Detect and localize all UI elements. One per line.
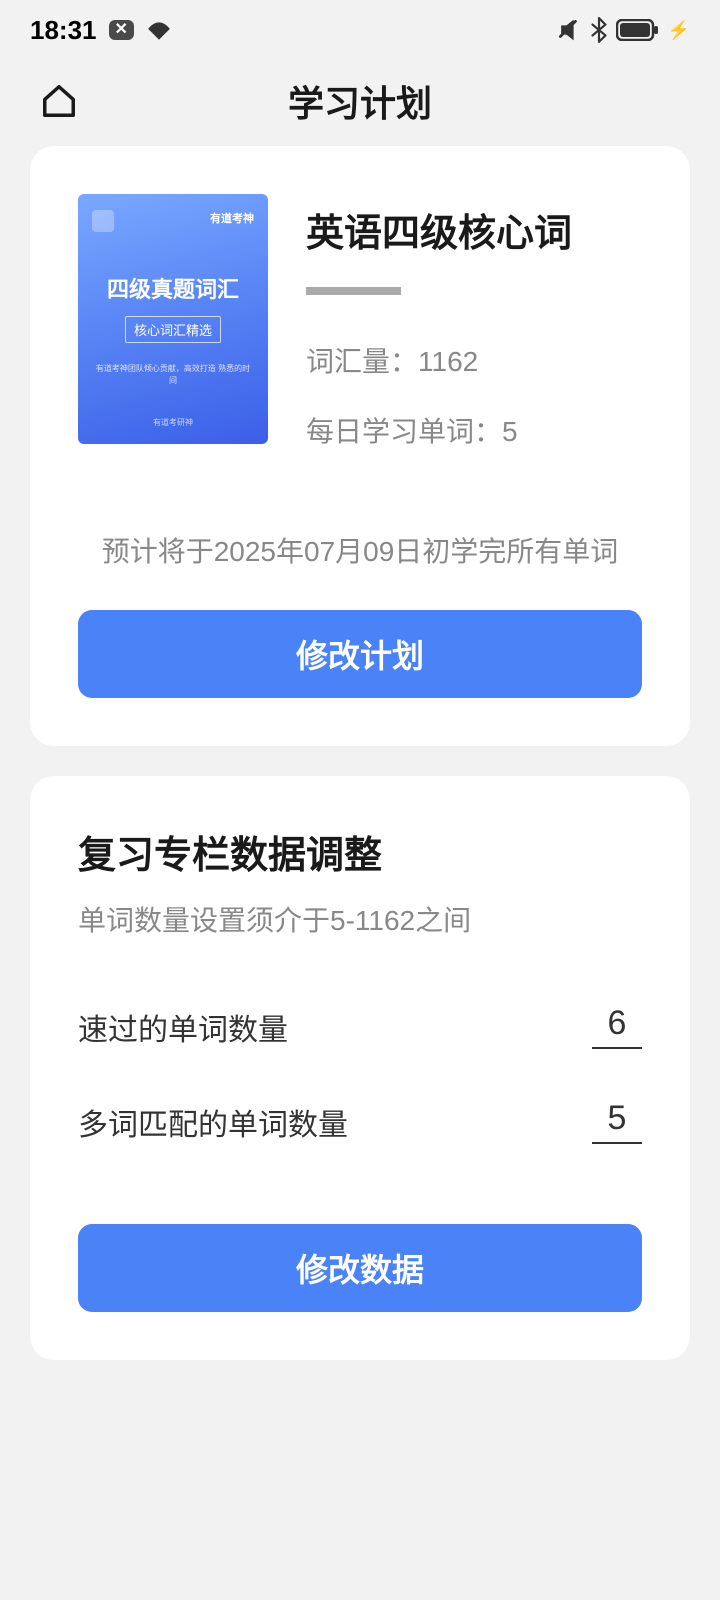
match-words-label: 多词匹配的单词数量: [78, 1100, 348, 1144]
status-right: ⚡: [556, 17, 690, 43]
vocab-line: 词汇量：1162: [306, 340, 642, 380]
fast-words-input[interactable]: [592, 1004, 642, 1049]
battery-icon: [616, 19, 660, 41]
mute-icon: [556, 17, 582, 43]
review-card: 复习专栏数据调整 单词数量设置须介于5-1162之间 速过的单词数量 多词匹配的…: [30, 776, 690, 1360]
vocab-value: 1162: [418, 346, 478, 377]
wifi-icon: [146, 20, 172, 40]
fast-words-row: 速过的单词数量: [78, 1004, 642, 1049]
page-title: 学习计划: [288, 75, 432, 127]
book-cover-footer: 有道考研神: [92, 417, 254, 428]
match-words-input[interactable]: [592, 1099, 642, 1144]
match-words-row: 多词匹配的单词数量: [78, 1099, 642, 1144]
daily-value: 5: [502, 416, 518, 447]
vocab-label: 词汇量：: [306, 346, 418, 377]
book-cover-desc: 有道考神团队倾心贡献，高效打造 熟悉的时间: [92, 363, 254, 387]
review-subtitle: 单词数量设置须介于5-1162之间: [78, 899, 642, 939]
modify-data-button[interactable]: 修改数据: [78, 1224, 642, 1312]
status-left: 18:31 ✕: [30, 15, 172, 46]
review-title: 复习专栏数据调整: [78, 824, 642, 879]
divider: [306, 287, 401, 295]
plan-card: 有道考神 四级真题词汇 核心词汇精选 有道考神团队倾心贡献，高效打造 熟悉的时间…: [30, 146, 690, 746]
daily-label: 每日学习单词：: [306, 416, 502, 447]
book-cover: 有道考神 四级真题词汇 核心词汇精选 有道考神团队倾心贡献，高效打造 熟悉的时间…: [78, 194, 268, 444]
header: 学习计划: [0, 56, 720, 146]
daily-line: 每日学习单词：5: [306, 410, 642, 450]
book-cover-title: 四级真题词汇: [92, 272, 254, 304]
bluetooth-icon: [590, 17, 608, 43]
book-info: 英语四级核心词 词汇量：1162 每日学习单词：5: [306, 194, 642, 480]
fast-words-label: 速过的单词数量: [78, 1005, 288, 1049]
status-bar: 18:31 ✕ ⚡: [0, 0, 720, 56]
modify-plan-button[interactable]: 修改计划: [78, 610, 642, 698]
charging-icon: ⚡: [668, 20, 690, 41]
book-brand: 有道考神: [210, 210, 254, 232]
book-title: 英语四级核心词: [306, 202, 642, 257]
status-time: 18:31: [30, 15, 97, 46]
book-cover-subtitle: 核心词汇精选: [125, 316, 221, 343]
book-logo-icon: [92, 210, 114, 232]
book-row: 有道考神 四级真题词汇 核心词汇精选 有道考神团队倾心贡献，高效打造 熟悉的时间…: [78, 194, 642, 480]
home-icon[interactable]: [40, 82, 78, 120]
close-badge-icon: ✕: [109, 20, 134, 40]
forecast-text: 预计将于2025年07月09日初学完所有单词: [78, 530, 642, 570]
